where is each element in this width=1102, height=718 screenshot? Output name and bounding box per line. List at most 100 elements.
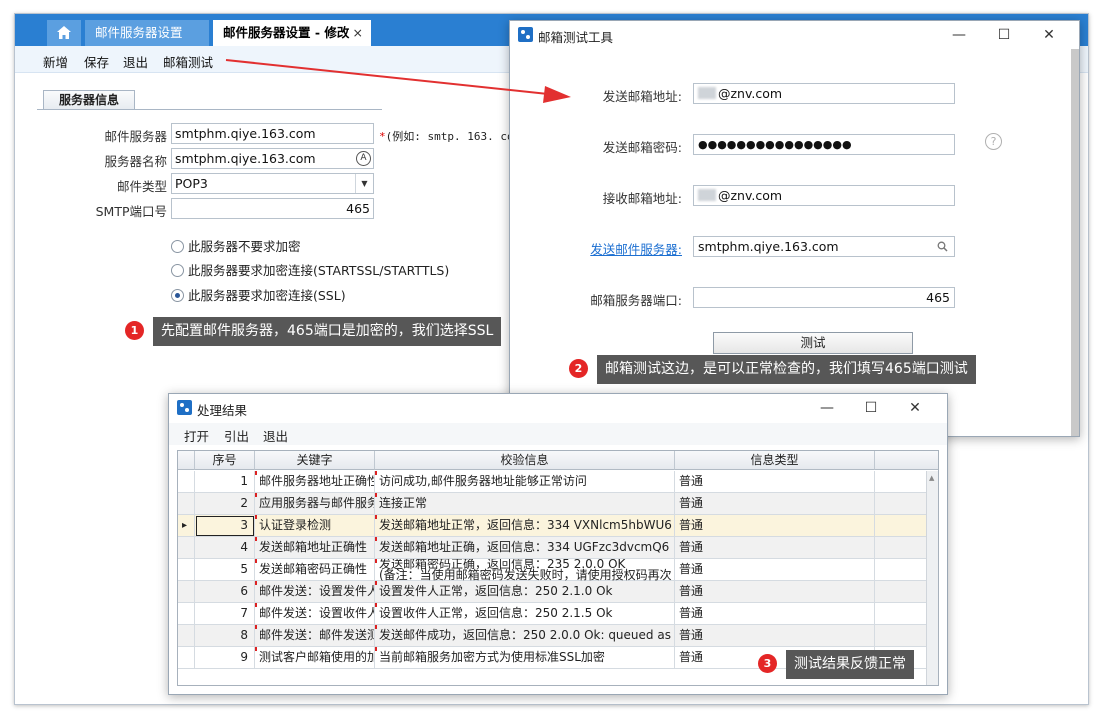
- col-header-type[interactable]: 信息类型: [675, 451, 875, 470]
- cell-no[interactable]: 6: [195, 581, 255, 603]
- edit-marker: [375, 603, 377, 607]
- cell-keyword[interactable]: 邮件发送：邮件发送测: [255, 625, 375, 647]
- cell-info[interactable]: 设置收件人正常，返回信息：250 2.1.5 Ok: [375, 603, 675, 625]
- cell-keyword[interactable]: 测试客户邮箱使用的加: [255, 647, 375, 669]
- col-header-keyword[interactable]: 关键字: [255, 451, 375, 470]
- cell-no[interactable]: 3: [195, 515, 255, 537]
- radio-icon[interactable]: [171, 264, 184, 277]
- search-icon[interactable]: [937, 241, 948, 252]
- language-icon[interactable]: A: [356, 151, 371, 166]
- export-button[interactable]: 引出: [224, 426, 249, 445]
- cell-keyword[interactable]: 邮件发送：设置发件人: [255, 581, 375, 603]
- table-row[interactable]: ▸ 3 认证登录检测 发送邮箱地址正常，返回信息：334 VXNlcm5hbWU6 普通: [178, 515, 938, 537]
- cell-type[interactable]: 普通: [675, 493, 875, 515]
- smtp-port-input[interactable]: 465: [171, 198, 374, 219]
- cell-type[interactable]: 普通: [675, 515, 875, 537]
- cell-type[interactable]: 普通: [675, 471, 875, 493]
- cell-blank: [875, 625, 928, 647]
- exit-button[interactable]: 退出: [123, 52, 148, 71]
- cell-type[interactable]: 普通: [675, 559, 875, 581]
- cell-type[interactable]: 普通: [675, 625, 875, 647]
- receiver-address-input[interactable]: @znv.com: [693, 185, 955, 206]
- mail-server-input[interactable]: smtphm.qiye.163.com: [171, 123, 374, 144]
- callout-2: 邮箱测试这边，是可以正常检查的，我们填写465端口测试: [597, 355, 976, 384]
- radio-starttls[interactable]: 此服务器要求加密连接(STARTSSL/STARTTLS): [171, 260, 449, 279]
- cell-no[interactable]: 7: [195, 603, 255, 625]
- cell-info[interactable]: 发送邮箱地址正常，返回信息：334 VXNlcm5hbWU6: [375, 515, 675, 537]
- section-divider: [37, 109, 382, 110]
- close-icon[interactable]: ✕: [905, 398, 925, 418]
- minimize-icon[interactable]: —: [949, 25, 969, 45]
- maximize-icon[interactable]: ☐: [994, 25, 1014, 45]
- table-row[interactable]: 5 发送邮箱密码正确性 发送邮箱密码正确，返回信息：235 2.0.0 OK (备注：…: [178, 559, 938, 581]
- scrollbar[interactable]: [1071, 49, 1079, 436]
- cell-keyword[interactable]: 邮件发送：设置收件人: [255, 603, 375, 625]
- close-icon[interactable]: ×: [353, 20, 363, 46]
- grid-scrollbar[interactable]: ▲: [926, 471, 938, 685]
- cell-info[interactable]: 发送邮箱密码正确，返回信息：235 2.0.0 OK (备注：当使用邮箱密码发送失…: [375, 559, 675, 581]
- cell-no[interactable]: 4: [195, 537, 255, 559]
- help-icon[interactable]: ?: [985, 133, 1002, 150]
- cell-info[interactable]: 连接正常: [375, 493, 675, 515]
- cell-keyword[interactable]: 认证登录检测: [255, 515, 375, 537]
- radio-ssl[interactable]: 此服务器要求加密连接(SSL): [171, 285, 346, 304]
- edit-marker: [375, 559, 377, 563]
- save-button[interactable]: 保存: [84, 52, 109, 71]
- cell-no[interactable]: 5: [195, 559, 255, 581]
- mail-test-button[interactable]: 邮箱测试: [163, 52, 213, 71]
- tab-home[interactable]: [47, 20, 81, 46]
- cell-no[interactable]: 2: [195, 493, 255, 515]
- radio-icon-selected[interactable]: [171, 289, 184, 302]
- close-icon[interactable]: ✕: [1039, 25, 1059, 45]
- tab-mail-server-edit[interactable]: 邮件服务器设置 - 修改 ×: [213, 20, 371, 46]
- cell-info[interactable]: 当前邮箱服务加密方式为使用标准SSL加密: [375, 647, 675, 669]
- edit-marker: [375, 625, 377, 629]
- cell-keyword[interactable]: 发送邮箱地址正确性: [255, 537, 375, 559]
- mail-type-label: 邮件类型: [116, 179, 167, 194]
- cell-blank: [875, 537, 928, 559]
- edit-marker: [375, 493, 377, 497]
- app-icon: [518, 27, 533, 42]
- exit-button[interactable]: 退出: [263, 426, 288, 445]
- server-port-input[interactable]: 465: [693, 287, 955, 308]
- chevron-up-icon[interactable]: ▲: [929, 474, 934, 482]
- cell-keyword[interactable]: 邮件服务器地址正确性: [255, 471, 375, 493]
- table-row[interactable]: 1 邮件服务器地址正确性 访问成功,邮件服务器地址能够正常访问 普通: [178, 471, 938, 493]
- row-indicator: [178, 581, 195, 603]
- section-tab-server-info[interactable]: 服务器信息: [43, 90, 135, 109]
- table-row[interactable]: 7 邮件发送：设置收件人 设置收件人正常，返回信息：250 2.1.5 Ok 普通: [178, 603, 938, 625]
- send-server-link[interactable]: 发送邮件服务器:: [510, 239, 682, 258]
- cell-info[interactable]: 设置发件人正常，返回信息：250 2.1.0 Ok: [375, 581, 675, 603]
- tab-mail-server-settings[interactable]: 邮件服务器设置: [85, 20, 209, 46]
- cell-no[interactable]: 9: [195, 647, 255, 669]
- table-row[interactable]: 4 发送邮箱地址正确性 发送邮箱地址正确，返回信息：334 UGFzc3dvcmQ6…: [178, 537, 938, 559]
- table-row[interactable]: 6 邮件发送：设置发件人 设置发件人正常，返回信息：250 2.1.0 Ok 普通: [178, 581, 938, 603]
- cell-info[interactable]: 发送邮箱地址正确，返回信息：334 UGFzc3dvcmQ6: [375, 537, 675, 559]
- cell-info[interactable]: 发送邮件成功，返回信息：250 2.0.0 Ok: queued as 2: [375, 625, 675, 647]
- mail-type-select[interactable]: POP3 ▼: [171, 173, 374, 194]
- minimize-icon[interactable]: —: [817, 398, 837, 418]
- server-name-input[interactable]: smtphm.qiye.163.com A: [171, 148, 374, 169]
- new-button[interactable]: 新增: [43, 52, 68, 71]
- open-button[interactable]: 打开: [184, 426, 209, 445]
- table-row[interactable]: 8 邮件发送：邮件发送测 发送邮件成功，返回信息：250 2.0.0 Ok: que…: [178, 625, 938, 647]
- cell-type[interactable]: 普通: [675, 537, 875, 559]
- maximize-icon[interactable]: ☐: [861, 398, 881, 418]
- cell-type[interactable]: 普通: [675, 581, 875, 603]
- col-header-info[interactable]: 校验信息: [375, 451, 675, 470]
- table-row[interactable]: 2 应用服务器与邮件服务 连接正常 普通: [178, 493, 938, 515]
- test-button[interactable]: 测试: [713, 332, 913, 354]
- cell-keyword[interactable]: 应用服务器与邮件服务: [255, 493, 375, 515]
- cell-keyword[interactable]: 发送邮箱密码正确性: [255, 559, 375, 581]
- col-header-no[interactable]: 序号: [195, 451, 255, 470]
- cell-type[interactable]: 普通: [675, 603, 875, 625]
- cell-no[interactable]: 1: [195, 471, 255, 493]
- radio-icon[interactable]: [171, 240, 184, 253]
- cell-no[interactable]: 8: [195, 625, 255, 647]
- send-server-input[interactable]: smtphm.qiye.163.com: [693, 236, 955, 257]
- chevron-down-icon[interactable]: ▼: [355, 174, 373, 193]
- radio-no-encryption[interactable]: 此服务器不要求加密: [171, 236, 301, 255]
- sender-password-input[interactable]: ●●●●●●●●●●●●●●●●: [693, 134, 955, 155]
- cell-info[interactable]: 访问成功,邮件服务器地址能够正常访问: [375, 471, 675, 493]
- sender-address-input[interactable]: @znv.com: [693, 83, 955, 104]
